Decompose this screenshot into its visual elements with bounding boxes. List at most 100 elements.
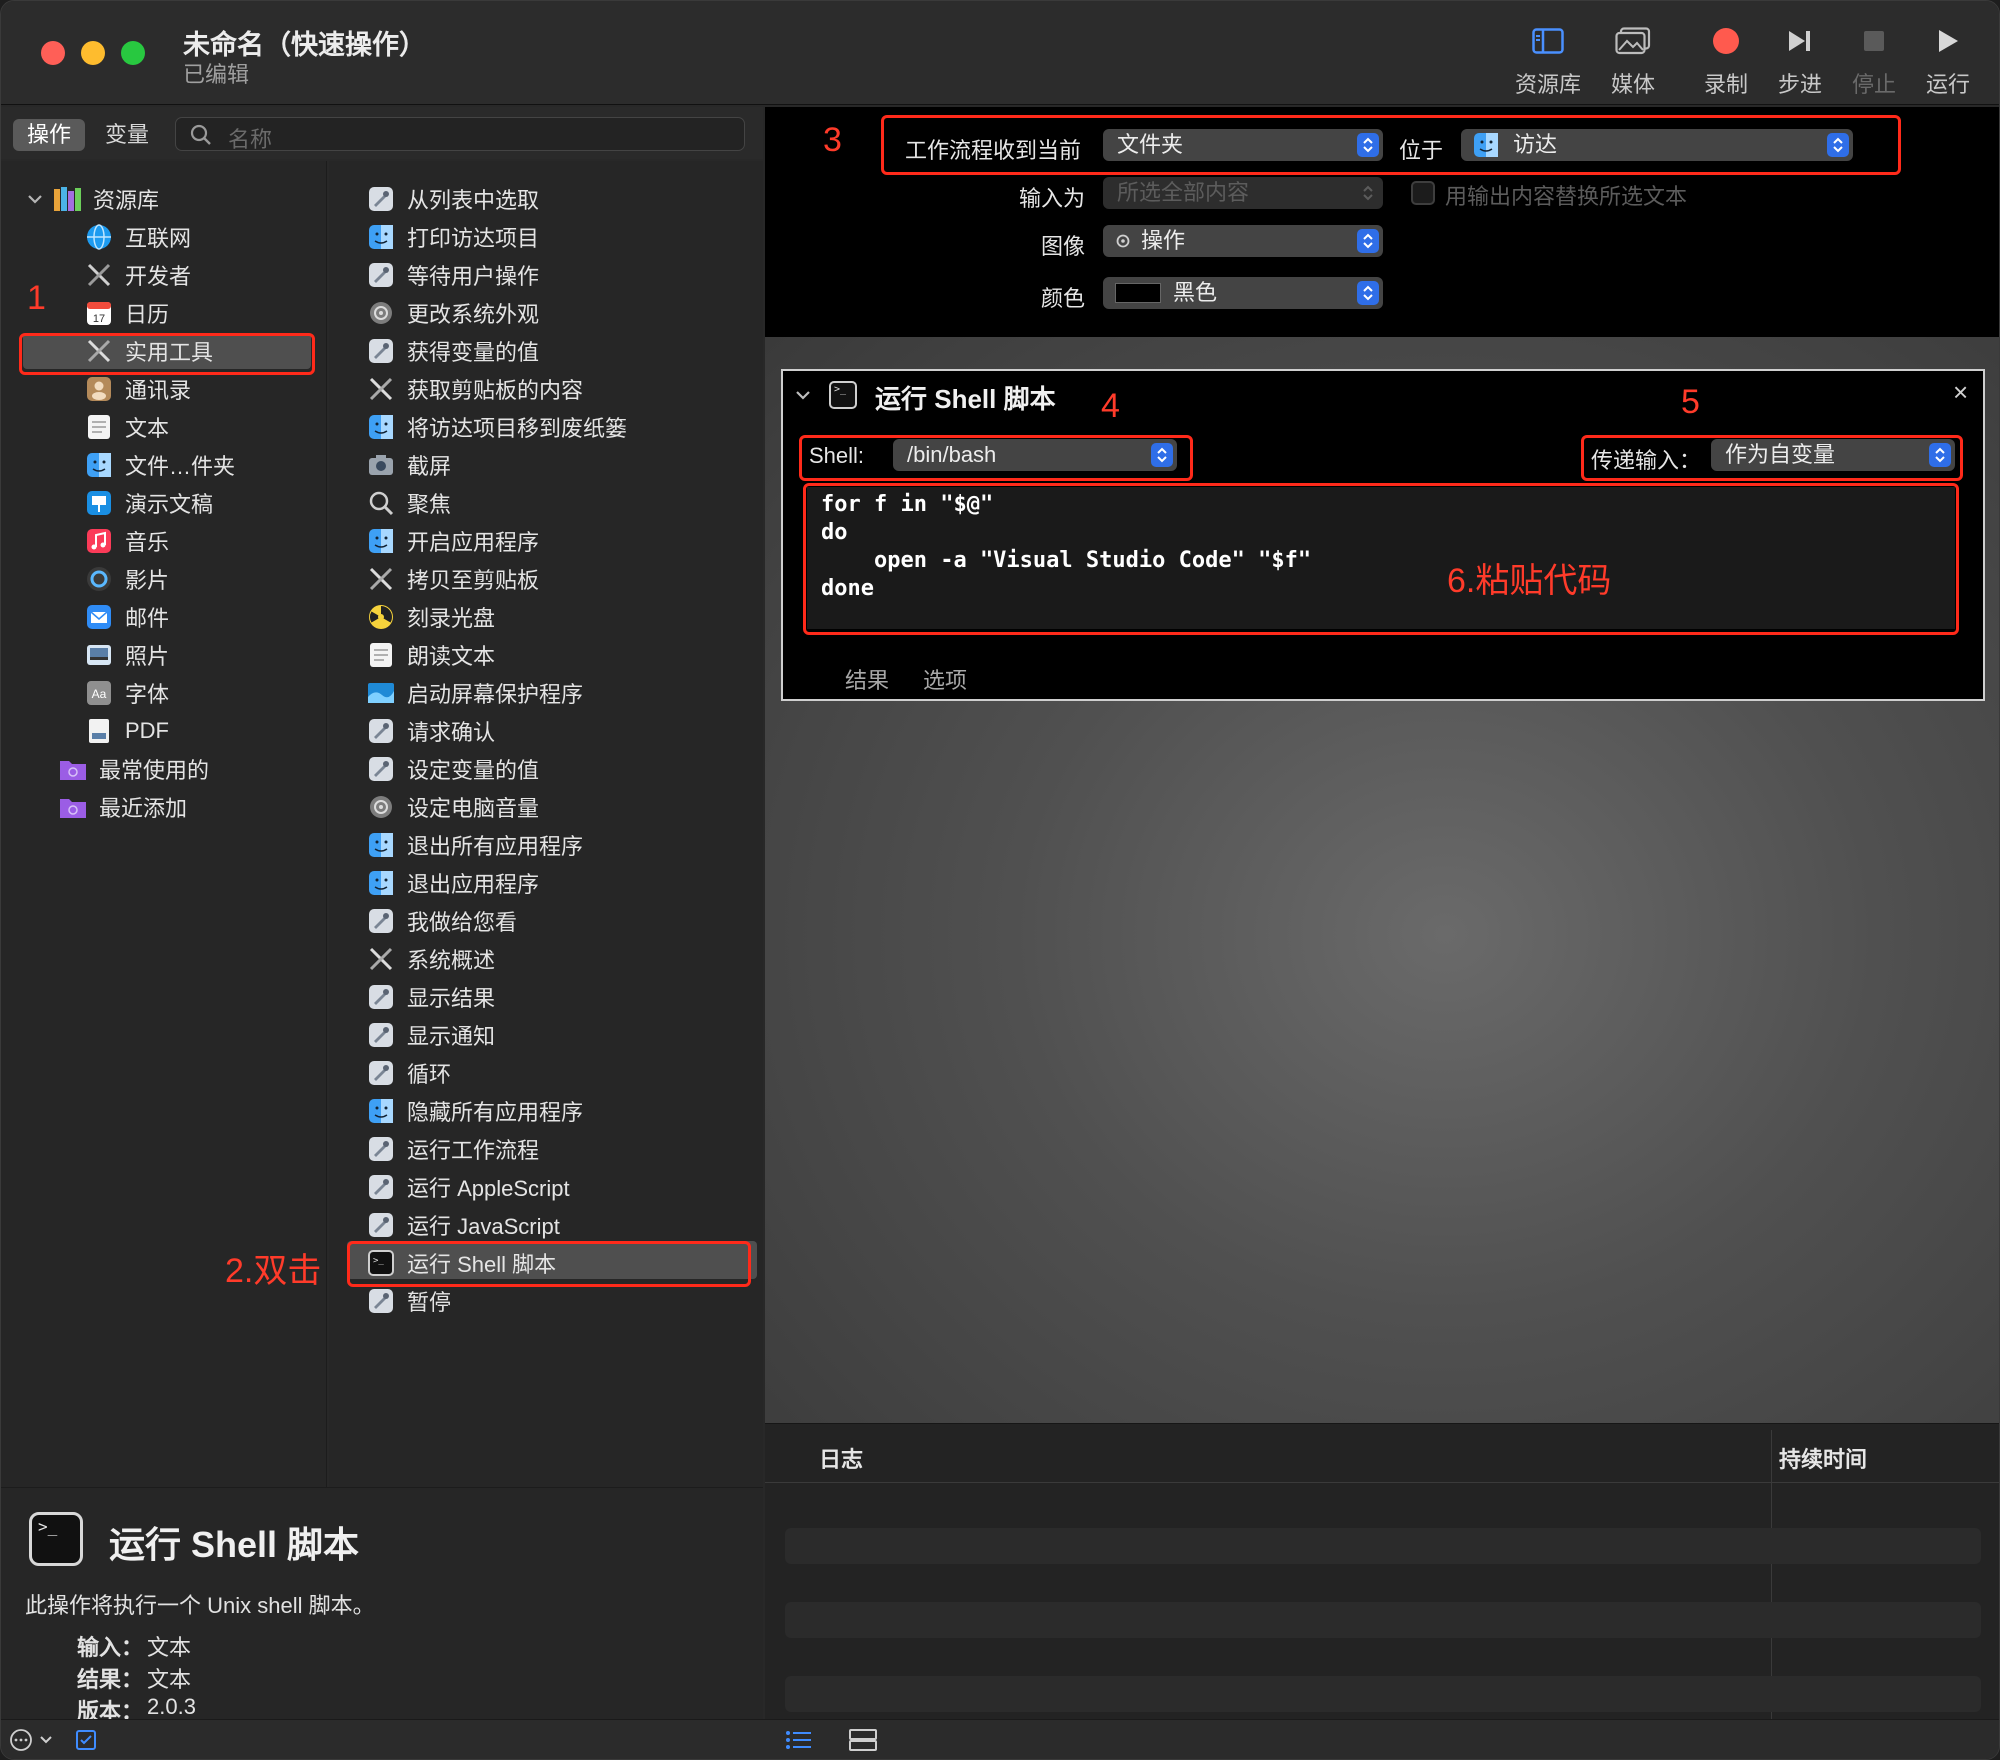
library-item-developer[interactable]: 开发者 [85, 257, 191, 293]
action-item[interactable]: 打印访达项目 [367, 219, 539, 255]
library-item-mail[interactable]: 邮件 [85, 599, 169, 635]
input-type-label: 输入： [77, 1635, 144, 1660]
library-item-presentations[interactable]: 演示文稿 [85, 485, 213, 521]
library-item-files-folders[interactable]: 文件…件夹 [85, 447, 235, 483]
library-item-pdf[interactable]: PDF [85, 713, 169, 749]
action-item[interactable]: 朗读文本 [367, 637, 495, 673]
action-item-label: 截屏 [407, 454, 452, 479]
library-toolbar-label: 资源库 [1514, 72, 1581, 97]
collapse-chevron-icon[interactable] [793, 385, 813, 405]
close-window-button[interactable] [41, 41, 65, 65]
input-is-label: 输入为 [1018, 186, 1085, 211]
globe-icon [85, 223, 113, 251]
input-is-popup[interactable]: 所选全部内容 [1103, 177, 1383, 209]
split-view-icon[interactable] [849, 1729, 877, 1756]
action-item-label: 系统概述 [407, 948, 496, 973]
action-item[interactable]: 从列表中选取 [367, 181, 539, 217]
input-is-value: 所选全部内容 [1117, 180, 1250, 205]
action-item[interactable]: 运行 AppleScript [367, 1169, 570, 1205]
action-item[interactable]: 运行工作流程 [367, 1131, 539, 1167]
action-item[interactable]: 启动屏幕保护程序 [367, 675, 583, 711]
action-item[interactable]: 显示通知 [367, 1017, 495, 1053]
action-item[interactable]: 截屏 [367, 447, 451, 483]
action-item[interactable]: 获取剪贴板的内容 [367, 371, 583, 407]
library-item-label: 互联网 [125, 226, 192, 251]
record-toolbar-button[interactable]: 录制 [1686, 21, 1766, 101]
action-item[interactable]: 获得变量的值 [367, 333, 539, 369]
finder-icon [367, 527, 395, 555]
action-item[interactable]: 将访达项目移到废纸篓 [367, 409, 627, 445]
library-item-photos[interactable]: 照片 [85, 637, 169, 673]
step-toolbar-button[interactable]: 步进 [1760, 21, 1840, 101]
run-toolbar-button[interactable]: 运行 [1908, 21, 1988, 101]
action-item[interactable]: 更改系统外观 [367, 295, 539, 331]
system-preferences-icon [367, 793, 395, 821]
action-item[interactable]: 隐藏所有应用程序 [367, 1093, 583, 1129]
action-item[interactable]: 等待用户操作 [367, 257, 539, 293]
action-item[interactable]: 聚焦 [367, 485, 451, 521]
music-icon [85, 527, 113, 555]
action-item[interactable]: 退出应用程序 [367, 865, 539, 901]
action-item[interactable]: 退出所有应用程序 [367, 827, 583, 863]
action-item[interactable]: 拷贝至剪贴板 [367, 561, 539, 597]
action-item-label: 运行 AppleScript [407, 1176, 570, 1201]
action-item[interactable]: 开启应用程序 [367, 523, 539, 559]
library-item-text[interactable]: 文本 [85, 409, 169, 445]
action-options-menu[interactable] [9, 1728, 55, 1757]
annotation-number-4: 4 [1101, 387, 1120, 425]
action-item[interactable]: 设定电脑音量 [367, 789, 539, 825]
action-item[interactable]: 请求确认 [367, 713, 495, 749]
action-item-label: 打印访达项目 [407, 226, 540, 251]
action-item[interactable]: 刻录光盘 [367, 599, 495, 635]
library-item-music[interactable]: 音乐 [85, 523, 169, 559]
tab-actions[interactable]: 操作 [13, 119, 86, 151]
mail-icon [85, 603, 113, 631]
media-toolbar-button[interactable]: 媒体 [1593, 21, 1673, 101]
image-popup[interactable]: 操作 [1103, 225, 1383, 257]
library-item-internet[interactable]: 互联网 [85, 219, 191, 255]
automator-icon [367, 261, 395, 289]
log-column-header[interactable]: 日志 [819, 1442, 863, 1474]
library-item-calendar[interactable]: 17 日历 [85, 295, 169, 331]
color-popup[interactable]: 黑色 [1103, 277, 1383, 309]
duration-column-header[interactable]: 持续时间 [1779, 1442, 1867, 1474]
library-item-contacts[interactable]: 通讯录 [85, 371, 191, 407]
annotation-number-3: 3 [823, 121, 842, 159]
description-toggle-icon[interactable] [75, 1729, 97, 1756]
close-action-icon[interactable]: × [1953, 377, 1968, 408]
action-item[interactable]: 显示结果 [367, 979, 495, 1015]
library-item-label: 日历 [125, 302, 170, 327]
library-item-label: 文本 [125, 416, 170, 441]
action-item-label: 运行 JavaScript [407, 1214, 560, 1239]
tab-variables[interactable]: 变量 [91, 119, 163, 151]
library-most-used[interactable]: 最常使用的 [59, 751, 209, 787]
action-item-label: 刻录光盘 [407, 606, 496, 631]
search-field[interactable]: 名称 [175, 117, 745, 152]
action-item[interactable]: 设定变量的值 [367, 751, 539, 787]
library-item-fonts[interactable]: Aa 字体 [85, 675, 169, 711]
action-item[interactable]: 循环 [367, 1055, 451, 1091]
tools-icon [367, 375, 395, 403]
stop-toolbar-button[interactable]: 停止 [1834, 21, 1914, 101]
finder-icon [367, 831, 395, 859]
action-item[interactable]: 我做给您看 [367, 903, 517, 939]
annotation-box-run-shell [347, 1241, 751, 1287]
minimize-window-button[interactable] [81, 41, 105, 65]
action-item[interactable]: 系统概述 [367, 941, 495, 977]
list-view-icon[interactable] [785, 1729, 813, 1756]
options-tab[interactable]: 选项 [923, 663, 967, 695]
action-item[interactable]: 暂停 [367, 1283, 451, 1319]
library-toolbar-button[interactable]: 资源库 [1508, 21, 1588, 101]
automator-icon [367, 1059, 395, 1087]
library-item-movies[interactable]: 影片 [85, 561, 169, 597]
stop-toolbar-label: 停止 [1851, 72, 1896, 97]
library-recent[interactable]: 最近添加 [59, 789, 187, 825]
action-item-label: 隐藏所有应用程序 [407, 1100, 584, 1125]
replace-selected-text-checkbox[interactable] [1411, 181, 1435, 205]
library-item-label: 字体 [125, 682, 170, 707]
results-tab[interactable]: 结果 [845, 663, 889, 695]
zoom-window-button[interactable] [121, 41, 145, 65]
bottom-status-bar [1, 1719, 1999, 1759]
action-item[interactable]: 运行 JavaScript [367, 1207, 560, 1243]
library-root[interactable]: 资源库 [25, 181, 159, 217]
